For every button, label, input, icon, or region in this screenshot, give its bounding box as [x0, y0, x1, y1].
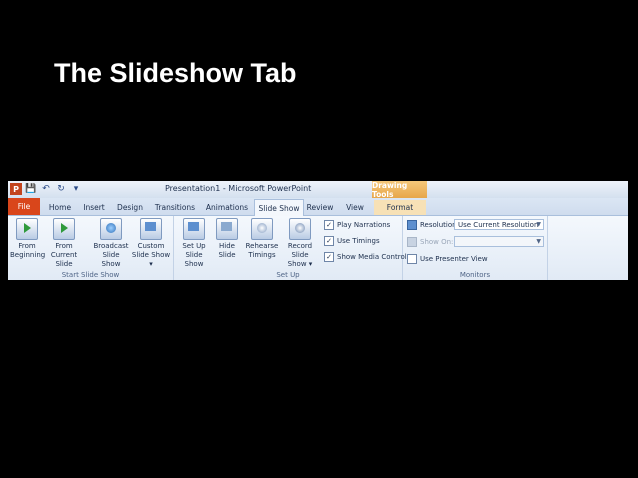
show-on-icon: [407, 237, 417, 247]
group-monitors: Resolution: Use Current Resolution ▼ Sho…: [403, 216, 548, 280]
group-label-set-up: Set Up: [276, 271, 300, 279]
title-bar: P 💾 ↶ ↻ ▾ Presentation1 - Microsoft Powe…: [8, 181, 628, 199]
broadcast-slide-show-button[interactable]: Broadcast Slide Show: [92, 218, 130, 269]
play-narrations-label: Play Narrations: [337, 221, 391, 229]
hide-label-2: Slide: [218, 251, 236, 259]
hide-label-1: Hide: [219, 242, 235, 250]
tab-view[interactable]: View: [339, 200, 371, 215]
rehearse-timings-button[interactable]: Rehearse Timings: [244, 218, 280, 260]
resolution-value: Use Current Resolution: [458, 220, 539, 229]
ribbon-body: From Beginning From Current Slide Broadc…: [8, 216, 628, 280]
custom-slide-show-icon: [140, 218, 162, 240]
set-up-slide-show-button[interactable]: Set Up Slide Show: [176, 218, 212, 269]
record-label-1: Record Slide: [287, 242, 313, 259]
group-start-slide-show: From Beginning From Current Slide Broadc…: [8, 216, 174, 280]
ppt-ribbon: P 💾 ↶ ↻ ▾ Presentation1 - Microsoft Powe…: [8, 181, 628, 280]
from-beginning-label-1: From: [18, 242, 36, 250]
tab-design[interactable]: Design: [113, 200, 147, 215]
redo-icon[interactable]: ↻: [55, 183, 67, 195]
custom-slide-show-button[interactable]: Custom Slide Show ▾: [131, 218, 171, 269]
show-on-label: Show On:: [420, 238, 454, 246]
rehearse-label-2: Timings: [248, 251, 276, 259]
record-slide-show-button[interactable]: Record Slide Show ▾: [280, 218, 320, 269]
use-presenter-view-checkbox[interactable]: Use Presenter View: [407, 254, 488, 264]
from-beginning-icon: [16, 218, 38, 240]
broadcast-icon: [100, 218, 122, 240]
slide-title: The Slideshow Tab: [54, 58, 297, 88]
contextual-tab-drawing-tools: Drawing Tools: [372, 181, 427, 199]
play-narrations-checkbox[interactable]: ✓ Play Narrations: [324, 220, 390, 230]
hide-slide-button[interactable]: Hide Slide: [214, 218, 240, 260]
group-label-start-slide-show: Start Slide Show: [61, 271, 120, 279]
play-narrations-check-icon: ✓: [324, 220, 334, 230]
setup-label-2: Slide Show: [184, 251, 204, 268]
tab-home[interactable]: Home: [44, 200, 76, 215]
tab-slide-show[interactable]: Slide Show: [254, 199, 304, 216]
presenter-view-label: Use Presenter View: [420, 255, 488, 263]
powerpoint-app-icon[interactable]: P: [10, 183, 22, 195]
rehearse-timings-icon: [251, 218, 273, 240]
tab-file[interactable]: File: [8, 198, 40, 215]
custom-label-1: Custom: [137, 242, 165, 250]
from-beginning-button[interactable]: From Beginning: [10, 218, 46, 260]
undo-icon[interactable]: ↶: [40, 183, 52, 195]
show-media-controls-check-icon: ✓: [324, 252, 334, 262]
tab-insert[interactable]: Insert: [78, 200, 110, 215]
quick-access-toolbar: P 💾 ↶ ↻ ▾: [10, 183, 82, 195]
tab-format[interactable]: Format: [374, 200, 426, 215]
show-media-controls-checkbox[interactable]: ✓ Show Media Controls: [324, 252, 410, 262]
ribbon-tabs: File Home Insert Design Transitions Anim…: [8, 198, 628, 216]
use-timings-check-icon: ✓: [324, 236, 334, 246]
tab-animations[interactable]: Animations: [202, 200, 252, 215]
setup-label-1: Set Up: [182, 242, 206, 250]
customize-qat-icon[interactable]: ▾: [70, 183, 82, 195]
broadcast-label-2: Slide Show: [101, 251, 121, 268]
broadcast-label-1: Broadcast: [93, 242, 129, 250]
from-current-slide-icon: [53, 218, 75, 240]
save-icon[interactable]: 💾: [25, 183, 37, 195]
resolution-label-row: Resolution:: [407, 220, 459, 230]
resolution-chevron-down-icon: ▼: [536, 221, 541, 228]
rehearse-label-1: Rehearse: [245, 242, 279, 250]
from-current-slide-button[interactable]: From Current Slide: [44, 218, 84, 269]
show-on-label-row: Show On:: [407, 237, 453, 247]
from-beginning-label-2: Beginning: [10, 251, 46, 259]
group-set-up: Set Up Slide Show Hide Slide Rehearse Ti…: [174, 216, 410, 280]
set-up-slide-show-icon: [183, 218, 205, 240]
custom-label-2: Slide Show ▾: [131, 251, 171, 268]
use-timings-label: Use Timings: [337, 237, 380, 245]
record-slide-show-icon: [289, 218, 311, 240]
resolution-dropdown[interactable]: Use Current Resolution ▼: [454, 219, 544, 230]
show-on-chevron-down-icon: ▼: [536, 238, 541, 245]
from-current-label-2: Current Slide: [50, 251, 78, 268]
use-timings-checkbox[interactable]: ✓ Use Timings: [324, 236, 380, 246]
record-label-2: Show ▾: [287, 260, 313, 268]
window-title: Presentation1 - Microsoft PowerPoint: [165, 184, 312, 193]
tab-transitions[interactable]: Transitions: [150, 200, 200, 215]
resolution-icon: [407, 220, 417, 230]
tab-review[interactable]: Review: [306, 200, 334, 215]
show-on-dropdown[interactable]: ▼: [454, 236, 544, 247]
presenter-view-check-icon: [407, 254, 417, 264]
hide-slide-icon: [216, 218, 238, 240]
group-label-monitors: Monitors: [459, 271, 491, 279]
show-media-controls-label: Show Media Controls: [337, 253, 411, 261]
from-current-label-1: From: [55, 242, 73, 250]
